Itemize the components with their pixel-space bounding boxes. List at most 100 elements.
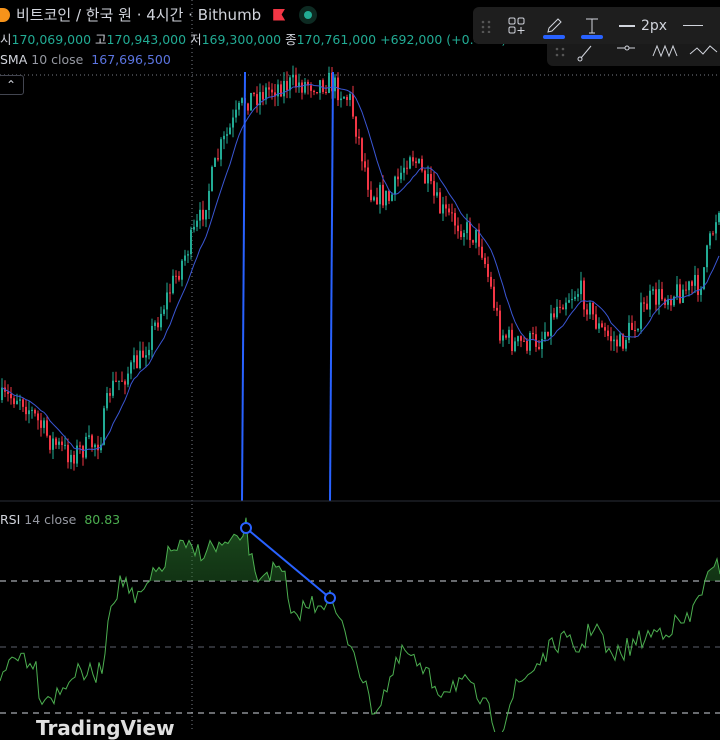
- path-icon[interactable]: [689, 45, 718, 55]
- trend-line-handle-end[interactable]: [324, 592, 336, 604]
- text-color-button[interactable]: [573, 7, 611, 44]
- add-templates-button[interactable]: [499, 7, 535, 44]
- line-color-button[interactable]: [535, 7, 573, 44]
- drag-handle-icon[interactable]: [473, 7, 499, 44]
- drag-handle-icon[interactable]: [555, 47, 565, 57]
- candle-body: [487, 263, 489, 277]
- candle-body: [577, 294, 579, 297]
- sma-value: 167,696,500: [91, 52, 171, 67]
- candle-body: [523, 340, 525, 342]
- candle-body: [40, 420, 42, 428]
- candle-body: [214, 158, 216, 167]
- line-width-button[interactable]: 2px: [611, 7, 675, 44]
- drawing-trend-line[interactable]: [245, 527, 331, 599]
- candle-body: [610, 336, 612, 342]
- candle-body: [19, 399, 21, 401]
- candle-body: [529, 332, 531, 351]
- candle-body: [109, 393, 111, 396]
- sma-params: 10 close: [31, 52, 84, 67]
- collapse-legend-button[interactable]: ⌃: [0, 75, 24, 95]
- candle-body: [439, 192, 441, 214]
- candle-body: [670, 299, 672, 306]
- candle-body: [358, 136, 360, 139]
- candle-body: [427, 174, 429, 184]
- candle-body: [388, 190, 390, 201]
- candle-body: [481, 246, 483, 258]
- candle-body: [490, 276, 492, 287]
- trend-line-handle-start[interactable]: [240, 522, 252, 534]
- candle-body: [583, 280, 585, 310]
- high-value: 170,943,000: [106, 32, 187, 47]
- candle-body: [142, 350, 144, 358]
- candle-body: [574, 296, 576, 299]
- candle-body: [61, 441, 63, 445]
- candle-body: [262, 92, 264, 100]
- candle-body: [403, 167, 405, 173]
- candle-body: [622, 334, 624, 349]
- candle-body: [58, 441, 60, 445]
- candle-body: [400, 172, 402, 180]
- candle-body: [436, 192, 438, 196]
- candle-body: [451, 212, 453, 214]
- candle-body: [463, 233, 465, 238]
- candle-body: [250, 92, 252, 111]
- candle-body: [397, 176, 399, 180]
- candle-body: [196, 220, 198, 227]
- candle-body: [505, 335, 507, 338]
- candle-body: [103, 408, 105, 445]
- candle-body: [91, 435, 93, 448]
- candle-body: [715, 222, 717, 234]
- candle-body: [208, 190, 210, 211]
- candle-body: [106, 393, 108, 409]
- market-status-icon[interactable]: [299, 5, 318, 24]
- line-width-icon: [618, 24, 635, 27]
- candle-body: [613, 339, 615, 342]
- text-icon: [586, 18, 598, 33]
- candle-body: [643, 302, 645, 304]
- drawing-vertical-line-2[interactable]: [329, 71, 334, 502]
- horizontal-ray-icon[interactable]: [617, 45, 635, 51]
- candle-body: [688, 281, 690, 291]
- candle-body: [517, 336, 519, 342]
- candle-body: [139, 350, 141, 369]
- candle-body: [547, 331, 549, 336]
- candle-body: [340, 98, 342, 101]
- candle-body: [193, 226, 195, 230]
- sma-legend[interactable]: SMA 10 close 167,696,500: [0, 52, 171, 67]
- candle-body: [361, 138, 363, 162]
- low-label: 저: [190, 32, 202, 47]
- drawing-vertical-line-1[interactable]: [241, 71, 246, 502]
- candle-body: [694, 274, 696, 286]
- candle-body: [355, 116, 357, 137]
- flag-icon[interactable]: [273, 8, 286, 21]
- candle-body: [691, 281, 693, 286]
- candle-body: [202, 209, 204, 220]
- candle-body: [376, 197, 378, 205]
- pattern-icon[interactable]: [652, 44, 678, 58]
- candle-body: [343, 96, 345, 99]
- candle-body: [31, 409, 33, 411]
- line-style-icon: [683, 25, 703, 26]
- candle-body: [88, 435, 90, 437]
- candle-body: [25, 406, 27, 415]
- line-width-label: 2px: [640, 17, 668, 34]
- chevron-up-icon: ⌃: [5, 78, 17, 92]
- line-style-button[interactable]: [675, 7, 711, 44]
- candle-body: [241, 98, 243, 103]
- candle-body: [682, 289, 684, 303]
- candle-body: [163, 309, 165, 314]
- tradingview-watermark[interactable]: TradingView: [0, 716, 175, 740]
- candle-body: [619, 334, 621, 347]
- candle-body: [271, 89, 273, 93]
- rsi-legend[interactable]: RSI 14 close 80.83: [0, 512, 120, 527]
- line-tool-icon[interactable]: [577, 45, 592, 62]
- candle-body: [634, 329, 636, 331]
- symbol-header[interactable]: 비트코인 / 한국 원 · 4시간 · Bithumb: [0, 4, 318, 25]
- candle-body: [655, 289, 657, 305]
- candle-body: [448, 208, 450, 213]
- candle-body: [685, 289, 687, 291]
- candle-body: [1, 387, 3, 400]
- price-chart[interactable]: [0, 0, 720, 732]
- symbol-title[interactable]: 비트코인 / 한국 원 · 4시간 · Bithumb: [16, 4, 261, 25]
- low-value: 169,300,000: [201, 32, 282, 47]
